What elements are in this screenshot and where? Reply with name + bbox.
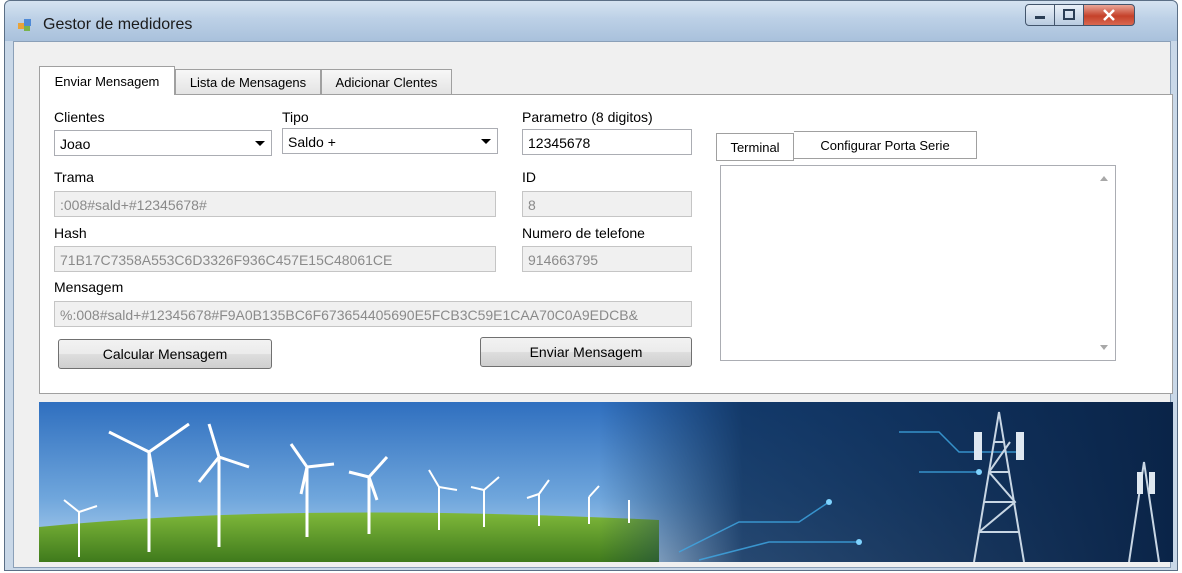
hash-field: 71B17C7358A553C6D3326F936C457E15C48061CE <box>54 246 496 272</box>
clientes-dropdown[interactable]: Joao <box>54 130 272 156</box>
clientes-value: Joao <box>60 136 91 152</box>
title-bar[interactable]: Gestor de medidores <box>5 1 1177 41</box>
id-label: ID <box>522 169 536 185</box>
window-title: Gestor de medidores <box>43 16 193 33</box>
trama-label: Trama <box>54 169 94 185</box>
scroll-down-icon[interactable] <box>1100 345 1108 350</box>
mensagem-field: %:008#sald+#12345678#F9A0B135BC6F6736544… <box>54 301 692 327</box>
banner-image <box>39 402 1173 562</box>
scroll-up-icon[interactable] <box>1100 176 1108 181</box>
wind-turbine-banner-illustration <box>39 402 1173 562</box>
tipo-dropdown[interactable]: Saldo + <box>282 128 498 154</box>
parametro-input[interactable]: 12345678 <box>522 129 692 155</box>
tipo-label: Tipo <box>282 109 309 125</box>
app-window: Gestor de medidores Enviar Mensagem List… <box>4 0 1178 571</box>
tab-terminal[interactable]: Terminal <box>716 133 794 161</box>
hash-label: Hash <box>54 225 87 241</box>
tipo-value: Saldo + <box>288 134 336 150</box>
chevron-down-icon <box>255 141 265 146</box>
tab-enviar-mensagem[interactable]: Enviar Mensagem <box>39 66 175 95</box>
enviar-mensagem-button[interactable]: Enviar Mensagem <box>480 337 692 367</box>
telefone-field: 914663795 <box>522 246 692 272</box>
clientes-label: Clientes <box>54 109 105 125</box>
tab-adicionar-clentes[interactable]: Adicionar Clentes <box>321 69 452 95</box>
minimize-button[interactable] <box>1025 4 1055 26</box>
mensagem-label: Mensagem <box>54 279 124 295</box>
tab-configurar-porta-serie[interactable]: Configurar Porta Serie <box>794 131 977 159</box>
id-field: 8 <box>522 191 692 217</box>
tab-lista-de-mensagens[interactable]: Lista de Mensagens <box>175 69 321 95</box>
trama-field: :008#sald+#12345678# <box>54 191 496 217</box>
telefone-label: Numero de telefone <box>522 225 645 241</box>
close-icon <box>1103 9 1115 21</box>
calcular-mensagem-button[interactable]: Calcular Mensagem <box>58 339 272 369</box>
chevron-down-icon <box>481 139 491 144</box>
client-area: Enviar Mensagem Lista de Mensagens Adici… <box>13 41 1173 568</box>
enviar-mensagem-panel: Clientes Joao Tipo Saldo + Parametro (8 … <box>39 94 1173 394</box>
maximize-icon <box>1063 9 1075 20</box>
close-button[interactable] <box>1083 4 1135 26</box>
minimize-icon <box>1035 16 1045 19</box>
parametro-label: Parametro (8 digitos) <box>522 109 653 125</box>
terminal-output[interactable] <box>720 165 1116 361</box>
app-icon <box>18 19 31 31</box>
maximize-button[interactable] <box>1054 4 1084 26</box>
